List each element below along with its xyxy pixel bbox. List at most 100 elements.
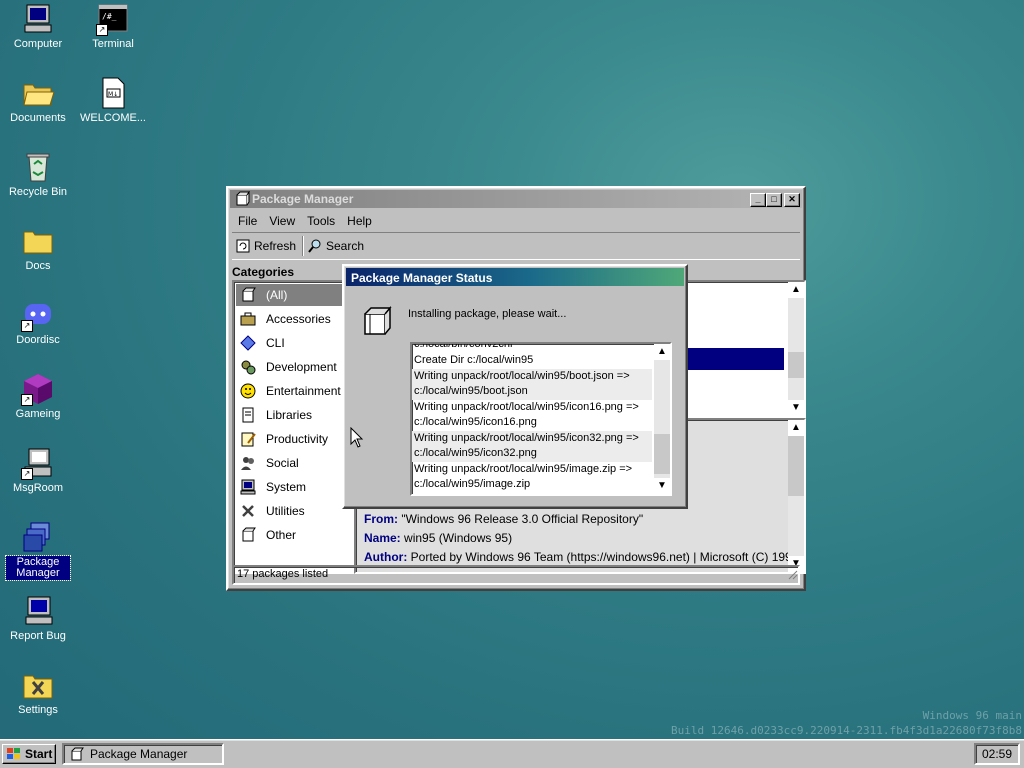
start-button[interactable]: Start [2, 744, 56, 764]
desktop-icon-report-bug[interactable]: Report Bug [1, 594, 75, 643]
desktop-icon-label: Recycle Bin [8, 186, 68, 198]
desktop-icon-documents[interactable]: Documents [1, 76, 75, 125]
log-line: c:/local/bin/conv2chr [414, 342, 514, 350]
categories-heading: Categories [232, 265, 295, 279]
windows-logo-icon [7, 748, 20, 759]
log-line: c:/local/win95/image.zip [414, 478, 531, 490]
category-social[interactable]: Social [236, 452, 350, 474]
menu-view[interactable]: View [263, 210, 301, 232]
scroll-down-icon[interactable]: ▼ [654, 478, 670, 494]
desktop-icon-label: MsgRoom [12, 482, 64, 494]
dialog-titlebar[interactable]: Package Manager Status [346, 268, 684, 286]
scroll-thumb[interactable] [788, 436, 804, 496]
category-libraries[interactable]: Libraries [236, 404, 350, 426]
desktop-icon-terminal[interactable]: /#_ ↗ Terminal [76, 2, 150, 51]
desktop-icon-msgroom[interactable]: ↗ MsgRoom [1, 446, 75, 495]
log-line: c:/local/win95/icon32.png [414, 447, 537, 459]
scroll-thumb[interactable] [788, 352, 804, 378]
details-scrollbar[interactable]: ▲ ▼ [788, 420, 804, 572]
markdown-file-icon: M↓ [96, 76, 130, 110]
refresh-button[interactable]: Refresh [236, 237, 296, 255]
recycle-bin-icon [21, 150, 55, 184]
scroll-down-icon[interactable]: ▼ [788, 400, 804, 416]
menu-help[interactable]: Help [341, 210, 378, 232]
log-line: Writing unpack/root/local/win95/boot.jso… [414, 370, 630, 382]
category-other[interactable]: Other [236, 524, 350, 546]
briefcase-icon [240, 311, 258, 327]
category-productivity[interactable]: Productivity [236, 428, 350, 450]
computer-icon [21, 2, 55, 36]
minimize-button[interactable]: _ [750, 193, 766, 207]
log-line: Create Dir c:/local/win95 [414, 354, 534, 366]
status-bar: 17 packages listed [232, 565, 800, 585]
toolbar: Refresh Search [232, 232, 800, 260]
scroll-up-icon[interactable]: ▲ [788, 420, 804, 436]
desktop-icon-gameing[interactable]: ↗ Gameing [1, 372, 75, 421]
detail-author: Author: Ported by Windows 96 Team (https… [364, 550, 799, 564]
desktop-icon-label: Documents [10, 112, 66, 124]
desktop-icon-computer[interactable]: Computer [1, 2, 75, 51]
category-all[interactable]: (All) [236, 284, 350, 306]
tools-icon [240, 503, 258, 519]
desktop-icon-settings[interactable]: Settings [1, 668, 75, 717]
category-cli[interactable]: CLI [236, 332, 350, 354]
menu-file[interactable]: File [232, 210, 263, 232]
category-entertainment[interactable]: Entertainment [236, 380, 350, 402]
shortcut-arrow-icon: ↗ [21, 468, 33, 480]
search-icon [308, 239, 321, 253]
menu-tools[interactable]: Tools [301, 210, 341, 232]
status-text: 17 packages listed [237, 568, 329, 580]
svg-text:M↓: M↓ [108, 91, 118, 98]
menu-bar: File View Tools Help [232, 210, 800, 232]
cube-icon: ↗ [21, 372, 55, 406]
desktop-icon-label: Package Manager [5, 555, 71, 581]
categories-list: (All) Accessories CLI Development Entert… [232, 280, 356, 574]
shortcut-arrow-icon: ↗ [21, 394, 33, 406]
desktop-icon-docs[interactable]: Docs [1, 224, 75, 273]
install-log: c:/local/bin/conv2chr Create Dir c:/loca… [410, 342, 672, 496]
status-dialog: Package Manager Status Installing packag… [342, 264, 688, 509]
shortcut-arrow-icon: ↗ [96, 24, 108, 36]
taskbar-item-package-manager[interactable]: Package Manager [62, 743, 224, 765]
scroll-thumb[interactable] [654, 434, 670, 474]
toolbar-separator [302, 236, 304, 256]
folder-icon [21, 224, 55, 258]
build-watermark-line2: Build 12646.d0233cc9.220914-2311.fb4f3d1… [671, 724, 1022, 737]
resize-grip-icon[interactable] [786, 568, 798, 583]
package-icon [71, 747, 84, 761]
desktop-icon-label: Terminal [92, 38, 134, 50]
desktop-icon-doordisc[interactable]: ↗ Doordisc [1, 298, 75, 347]
scroll-up-icon[interactable]: ▲ [788, 282, 804, 298]
desktop-icon-label: WELCOME... [79, 112, 146, 124]
category-development[interactable]: Development [236, 356, 350, 378]
desktop-icon-package-manager[interactable]: Package Manager [1, 520, 75, 581]
desktop-icon-welcome[interactable]: M↓ WELCOME... [76, 76, 150, 125]
close-button[interactable]: ✕ [784, 193, 800, 207]
log-scrollbar[interactable]: ▲ ▼ [654, 344, 670, 494]
maximize-button[interactable]: □ [766, 193, 782, 207]
search-button[interactable]: Search [308, 237, 364, 255]
window-titlebar[interactable]: Package Manager _ □ ✕ [230, 190, 802, 208]
package-stack-icon [21, 520, 55, 554]
taskbar: Start Package Manager 02:59 [0, 739, 1024, 768]
dialog-title: Package Manager Status [351, 271, 493, 285]
desktop-icon-label: Docs [25, 260, 51, 272]
diamond-icon [240, 335, 258, 351]
package-list-scrollbar[interactable]: ▲ ▼ [788, 282, 804, 416]
log-line: Writing unpack/root/local/win95/icon32.p… [414, 432, 639, 444]
desktop-icon-label: Settings [18, 704, 58, 716]
category-system[interactable]: System [236, 476, 350, 498]
scroll-up-icon[interactable]: ▲ [654, 344, 670, 360]
detail-from: From: "Windows 96 Release 3.0 Official R… [364, 512, 644, 526]
dialog-message: Installing package, please wait... [408, 308, 567, 320]
log-line: c:/local/win95/boot.json [414, 385, 528, 397]
book-icon [240, 407, 258, 423]
category-accessories[interactable]: Accessories [236, 308, 350, 330]
settings-folder-icon [21, 668, 55, 702]
detail-name: Name: win95 (Windows 95) [364, 531, 513, 545]
taskbar-clock: 02:59 [974, 743, 1020, 765]
desktop-icon-recycle-bin[interactable]: Recycle Bin [1, 150, 75, 199]
notepad-pen-icon [240, 431, 258, 447]
log-line: Writing unpack/root/local/win95/image.zi… [414, 463, 633, 475]
category-utilities[interactable]: Utilities [236, 500, 350, 522]
